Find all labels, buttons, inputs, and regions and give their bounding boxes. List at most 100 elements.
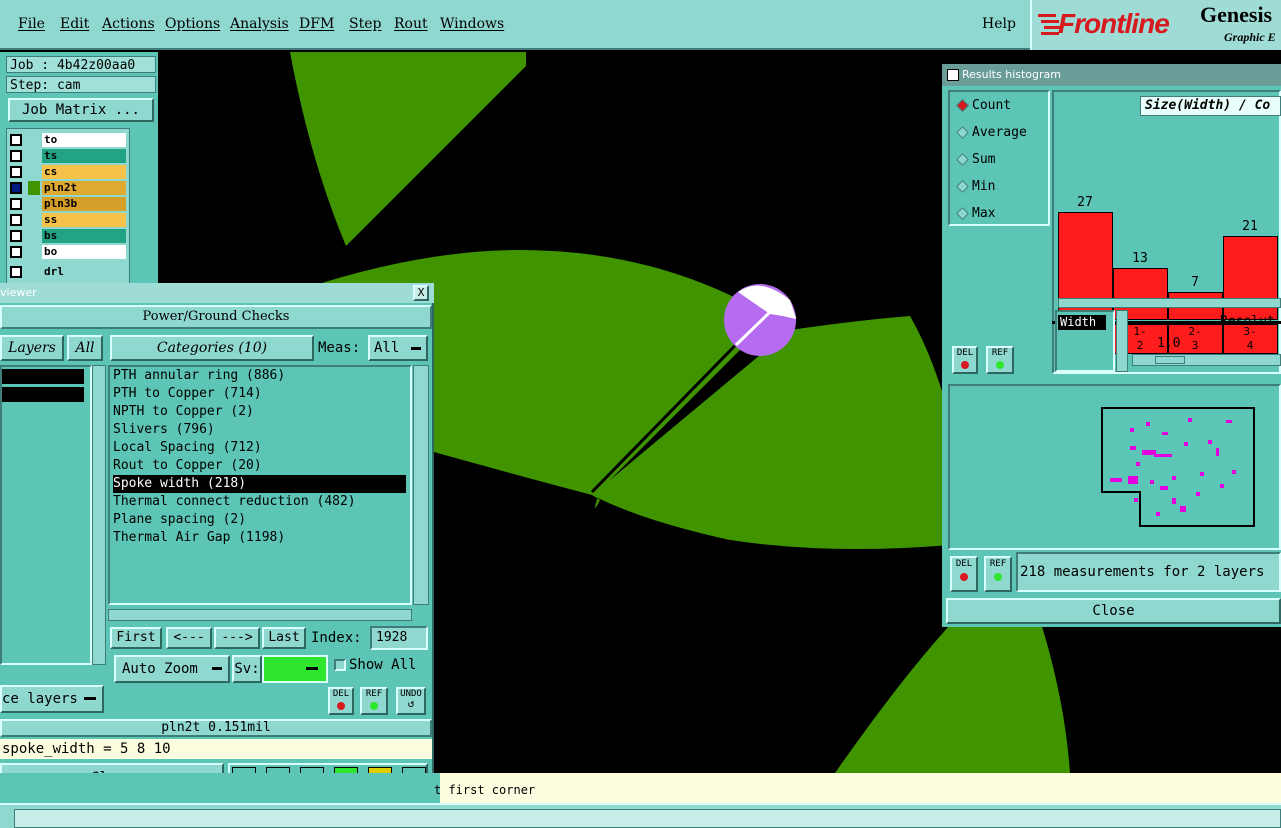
layer-row-pln2t[interactable]: pln2t bbox=[10, 181, 126, 195]
menu-actions[interactable]: Actions bbox=[102, 16, 155, 32]
category-item[interactable]: Plane spacing (2) bbox=[113, 511, 406, 529]
histogram-close-button[interactable]: Close bbox=[946, 598, 1281, 624]
menu-file[interactable]: File bbox=[18, 16, 45, 32]
last-button[interactable]: Last bbox=[262, 627, 306, 649]
histogram-titlebar: Results histogram bbox=[942, 64, 1281, 86]
histogram-ref-button[interactable]: REF bbox=[986, 346, 1014, 374]
menu-options[interactable]: Options bbox=[165, 16, 220, 32]
width-item[interactable]: Width bbox=[1058, 315, 1106, 330]
layers-dropdown[interactable]: ce layers bbox=[0, 685, 104, 713]
layers-scrollbar[interactable] bbox=[92, 365, 106, 665]
meas-label: Meas: bbox=[318, 340, 361, 356]
viewer-close-x-button[interactable]: X bbox=[413, 285, 429, 301]
layer-row-bo[interactable]: bo bbox=[10, 245, 126, 259]
viewer-title: viewer bbox=[0, 286, 37, 299]
menu-edit[interactable]: Edit bbox=[60, 16, 89, 32]
category-item[interactable]: Thermal connect reduction (482) bbox=[113, 493, 406, 511]
layer-row-to[interactable]: to bbox=[10, 133, 126, 147]
meas-dropdown[interactable]: All bbox=[368, 335, 428, 361]
categories-button[interactable]: Categories (10) bbox=[110, 335, 314, 361]
command-line[interactable] bbox=[14, 809, 1281, 828]
resolution-slider[interactable] bbox=[1132, 354, 1281, 366]
layers-all-button[interactable]: All bbox=[67, 335, 103, 361]
layer-row-drl[interactable]: drl bbox=[10, 265, 126, 279]
category-item[interactable]: PTH annular ring (886) bbox=[113, 367, 406, 385]
status-message: t first corner bbox=[434, 783, 536, 797]
job-matrix-button[interactable]: Job Matrix ... bbox=[8, 98, 154, 122]
viewer-titlebar: viewer bbox=[0, 283, 434, 303]
bar-value-label: 21 bbox=[1242, 219, 1258, 234]
layer-list-scrollbar[interactable] bbox=[130, 128, 156, 284]
layer-label: bo bbox=[42, 245, 126, 259]
window-menu-icon[interactable] bbox=[947, 69, 959, 81]
histogram-del-button[interactable]: DEL bbox=[952, 346, 978, 374]
histogram-hscrollbar[interactable] bbox=[1058, 298, 1281, 308]
category-item[interactable]: Thermal Air Gap (1198) bbox=[113, 529, 406, 547]
category-item[interactable]: Rout to Copper (20) bbox=[113, 457, 406, 475]
histogram-preview bbox=[948, 384, 1281, 550]
layer-checkbox[interactable] bbox=[10, 266, 22, 278]
results-histogram-window: Results histogram Size(Width) / Co 270-1… bbox=[942, 64, 1281, 627]
layer-checkbox[interactable] bbox=[10, 134, 22, 146]
layer-checkbox[interactable] bbox=[10, 182, 22, 194]
layers-button[interactable]: Layers bbox=[0, 335, 64, 361]
first-button[interactable]: First bbox=[110, 627, 162, 649]
sv-label: Sv: bbox=[232, 655, 262, 683]
status-bar: t first corner bbox=[0, 773, 1281, 828]
mode-label-max: Max bbox=[972, 206, 996, 221]
layer-label: pln2t bbox=[42, 181, 126, 195]
prev-button[interactable]: <--- bbox=[166, 627, 212, 649]
menu-step[interactable]: Step bbox=[349, 16, 381, 32]
category-item[interactable]: PTH to Copper (714) bbox=[113, 385, 406, 403]
menu-help[interactable]: Help bbox=[982, 16, 1016, 32]
layer-label: bs bbox=[42, 229, 126, 243]
layer-label: ts bbox=[42, 149, 126, 163]
layer-checkbox[interactable] bbox=[10, 198, 22, 210]
next-button[interactable]: ---> bbox=[214, 627, 260, 649]
layer-row-bs[interactable]: bs bbox=[10, 229, 126, 243]
layer-label: ss bbox=[42, 213, 126, 227]
frontline-logo: Frontline Genesis Graphic E bbox=[1030, 0, 1281, 50]
mode-label-min: Min bbox=[972, 179, 996, 194]
del-button[interactable]: DEL bbox=[328, 687, 354, 715]
category-item[interactable]: NPTH to Copper (2) bbox=[113, 403, 406, 421]
measurements-summary: 218 measurements for 2 layers bbox=[1016, 552, 1281, 592]
menu-analysis[interactable]: Analysis bbox=[230, 16, 289, 32]
layer-label: to bbox=[42, 133, 126, 147]
layer-row-cs[interactable]: cs bbox=[10, 165, 126, 179]
undo-icon: ↺ bbox=[407, 697, 415, 710]
categories-hscrollbar[interactable] bbox=[108, 609, 412, 621]
auto-zoom-dropdown[interactable]: Auto Zoom bbox=[114, 655, 230, 683]
undo-button[interactable]: UNDO ↺ bbox=[396, 687, 426, 715]
category-item[interactable]: Slivers (796) bbox=[113, 421, 406, 439]
menu-dfm[interactable]: DFM bbox=[299, 16, 334, 32]
result-line: spoke_width = 5 8 10 bbox=[0, 739, 432, 759]
histogram-ref-button-2[interactable]: REF bbox=[984, 556, 1012, 592]
mode-label-sum: Sum bbox=[972, 152, 996, 167]
layer-label: drl bbox=[42, 265, 126, 279]
layer-checkbox[interactable] bbox=[10, 230, 22, 242]
layer-checkbox[interactable] bbox=[10, 150, 22, 162]
histogram-del-button-2[interactable]: DEL bbox=[950, 556, 978, 592]
results-viewer-window: viewer X Power/Ground Checks Layers All … bbox=[0, 283, 434, 798]
layer-row-ts[interactable]: ts bbox=[10, 149, 126, 163]
severity-dropdown[interactable] bbox=[262, 655, 328, 683]
layer-checkbox[interactable] bbox=[10, 214, 22, 226]
menu-windows[interactable]: Windows bbox=[440, 16, 504, 32]
layer-checkbox[interactable] bbox=[10, 246, 22, 258]
category-item[interactable]: Local Spacing (712) bbox=[113, 439, 406, 457]
layer-checkbox[interactable] bbox=[10, 166, 22, 178]
job-name: Job : 4b42z00aa0 bbox=[6, 56, 156, 73]
ref-button[interactable]: REF bbox=[360, 687, 388, 715]
category-item[interactable]: Spoke width (218) bbox=[113, 475, 406, 493]
layer-label: cs bbox=[42, 165, 126, 179]
layer-row-ss[interactable]: ss bbox=[10, 213, 126, 227]
show-all-checkbox[interactable] bbox=[334, 659, 346, 671]
width-scrollbar[interactable] bbox=[1116, 310, 1128, 372]
layers-list[interactable] bbox=[0, 365, 92, 665]
resolution-label: Resolut bbox=[1220, 314, 1275, 329]
index-input[interactable]: 1928 bbox=[370, 626, 428, 650]
categories-scrollbar[interactable] bbox=[413, 365, 429, 605]
layer-row-pln3b[interactable]: pln3b bbox=[10, 197, 126, 211]
menu-rout[interactable]: Rout bbox=[394, 16, 428, 32]
